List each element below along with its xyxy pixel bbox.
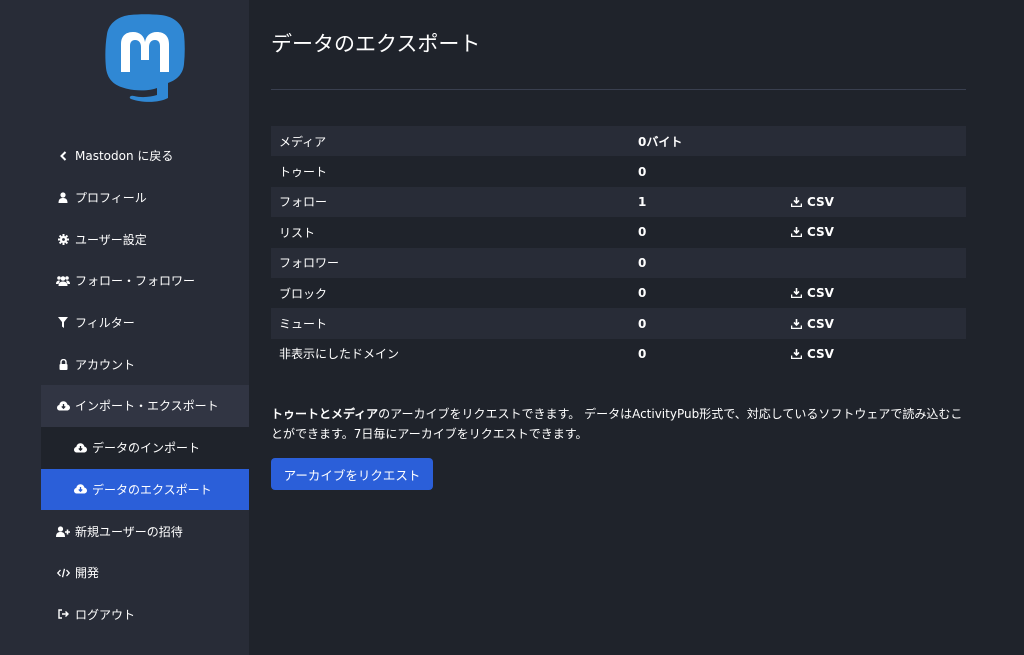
sidebar-item-logout[interactable]: ログアウト bbox=[41, 594, 249, 636]
cloud-download-icon bbox=[56, 399, 70, 413]
csv-download-link[interactable]: CSV bbox=[791, 317, 834, 331]
download-icon bbox=[791, 227, 802, 238]
row-label: フォロー bbox=[279, 195, 328, 210]
sidebar-item-label: データのエクスポート bbox=[92, 482, 212, 497]
row-label: リスト bbox=[279, 225, 316, 240]
sidebar-item-profile[interactable]: プロフィール bbox=[41, 177, 249, 219]
sidebar-item-label: 開発 bbox=[75, 566, 100, 581]
row-value: 0バイト bbox=[638, 134, 683, 149]
row-value: 0 bbox=[638, 255, 647, 270]
sidebar-item-label: アカウント bbox=[75, 357, 136, 372]
sidebar-item-label: フォロー・フォロワー bbox=[75, 274, 196, 289]
csv-download-link[interactable]: CSV bbox=[791, 286, 834, 300]
sidebar-nav: Mastodon に戻る プロフィール ユーザー設定 フォロー・フォロワー フィ… bbox=[41, 135, 249, 635]
download-icon bbox=[791, 288, 802, 299]
row-label: 非表示にしたドメイン bbox=[279, 347, 400, 362]
table-row: ブロック 0 CSV bbox=[271, 278, 966, 308]
csv-label: CSV bbox=[807, 346, 834, 361]
cog-icon bbox=[56, 232, 70, 246]
sidebar-item-development[interactable]: 開発 bbox=[41, 552, 249, 594]
export-table: メディア 0バイト トゥート 0 フォロー 1 CSV リスト 0 CSV フォ… bbox=[271, 126, 966, 369]
row-value: 0 bbox=[638, 286, 647, 301]
sidebar-item-label: Mastodon に戻る bbox=[75, 149, 174, 164]
sidebar-item-preferences[interactable]: ユーザー設定 bbox=[41, 218, 249, 260]
users-icon bbox=[56, 274, 70, 288]
sidebar-item-invites[interactable]: 新規ユーザーの招待 bbox=[41, 510, 249, 552]
sidebar-item-label: 新規ユーザーの招待 bbox=[75, 524, 183, 539]
title-divider bbox=[271, 89, 966, 90]
lock-icon bbox=[56, 357, 70, 371]
mastodon-logo[interactable] bbox=[104, 14, 186, 102]
csv-label: CSV bbox=[807, 316, 834, 331]
row-label: トゥート bbox=[279, 165, 328, 180]
sidebar-item-label: インポート・エクスポート bbox=[75, 399, 219, 414]
filter-icon bbox=[56, 316, 70, 330]
row-label: メディア bbox=[279, 134, 327, 149]
table-row: フォロー 1 CSV bbox=[271, 186, 966, 218]
table-row: トゥート 0 bbox=[271, 156, 966, 186]
sign-out-icon bbox=[56, 607, 70, 621]
user-icon bbox=[56, 191, 70, 205]
row-value: 0 bbox=[638, 346, 647, 361]
sidebar-item-import-export[interactable]: インポート・エクスポート bbox=[41, 385, 249, 427]
row-label: フォロワー bbox=[279, 256, 340, 271]
csv-download-link[interactable]: CSV bbox=[791, 347, 834, 361]
table-row: フォロワー 0 bbox=[271, 247, 966, 278]
sidebar-item-account[interactable]: アカウント bbox=[41, 343, 249, 385]
chevron-left-icon bbox=[56, 149, 70, 163]
csv-label: CSV bbox=[807, 225, 834, 240]
row-value: 0 bbox=[638, 164, 647, 179]
row-value: 0 bbox=[638, 316, 647, 331]
cloud-upload-icon bbox=[73, 441, 87, 455]
csv-label: CSV bbox=[807, 194, 834, 209]
table-row: 非表示にしたドメイン 0 CSV bbox=[271, 339, 966, 369]
csv-download-link[interactable]: CSV bbox=[791, 225, 834, 239]
row-label: ミュート bbox=[279, 317, 328, 332]
request-archive-button[interactable]: アーカイブをリクエスト bbox=[271, 458, 433, 490]
page-title: データのエクスポート bbox=[271, 32, 481, 56]
cloud-download-icon bbox=[73, 482, 87, 496]
download-icon bbox=[791, 196, 802, 207]
sidebar-item-label: ログアウト bbox=[75, 607, 136, 622]
download-icon bbox=[791, 348, 802, 359]
csv-download-link[interactable]: CSV bbox=[791, 195, 834, 209]
archive-description: トゥートとメディアのアーカイブをリクエストできます。 データはActivityP… bbox=[271, 404, 971, 444]
table-row: リスト 0 CSV bbox=[271, 217, 966, 247]
csv-label: CSV bbox=[807, 286, 834, 301]
download-icon bbox=[791, 318, 802, 329]
sidebar-item-label: ユーザー設定 bbox=[75, 232, 147, 247]
description-bold: トゥートとメディア bbox=[271, 407, 379, 421]
sidebar-item-label: データのインポート bbox=[92, 441, 201, 456]
code-icon bbox=[56, 566, 70, 580]
user-plus-icon bbox=[56, 524, 70, 538]
table-row: メディア 0バイト bbox=[271, 126, 966, 157]
sidebar-item-back-to-mastodon[interactable]: Mastodon に戻る bbox=[41, 135, 249, 177]
table-row: ミュート 0 CSV bbox=[271, 308, 966, 339]
sidebar-item-label: プロフィール bbox=[75, 191, 147, 206]
sidebar-item-data-import[interactable]: データのインポート bbox=[41, 426, 249, 469]
sidebar-item-data-export[interactable]: データのエクスポート bbox=[41, 468, 249, 511]
sidebar-item-filters[interactable]: フィルター bbox=[41, 302, 249, 344]
sidebar-item-relationships[interactable]: フォロー・フォロワー bbox=[41, 260, 249, 302]
sidebar-item-label: フィルター bbox=[75, 316, 135, 331]
row-value: 0 bbox=[638, 225, 647, 240]
row-value: 1 bbox=[638, 194, 647, 209]
row-label: ブロック bbox=[279, 286, 328, 301]
